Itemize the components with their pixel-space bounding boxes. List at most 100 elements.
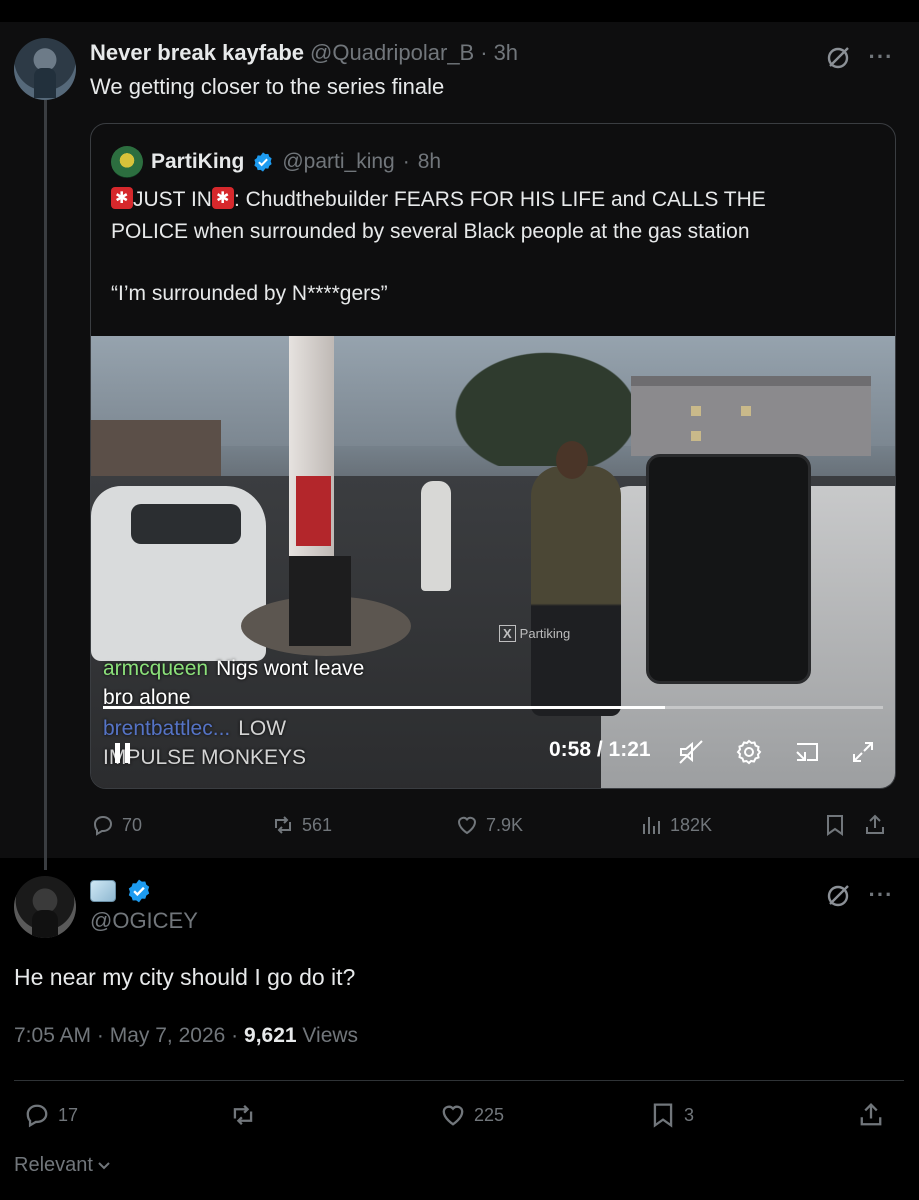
- like-button[interactable]: 7.9K: [454, 812, 523, 838]
- quoted-line-1-rest: : Chudthebuilder FEARS FOR HIS LIFE and …: [233, 188, 766, 211]
- parent-tweet-actions: 70 561 7.9K 182K: [90, 812, 896, 842]
- reply-date[interactable]: May 7, 2026: [110, 1024, 226, 1047]
- picture-in-picture-icon[interactable]: [793, 738, 821, 766]
- like-count: 225: [474, 1104, 505, 1125]
- sort-dropdown[interactable]: Relevant: [14, 1154, 111, 1177]
- quoted-quote-line: “I’m surrounded by N****gers”: [111, 282, 388, 305]
- like-button[interactable]: 225: [438, 1100, 504, 1130]
- reply-icon: [26, 1104, 48, 1128]
- grok-icon[interactable]: [822, 880, 854, 912]
- reply-header: [90, 878, 152, 904]
- video-pump-red: [296, 476, 331, 546]
- chevron-down-icon: [98, 1161, 110, 1169]
- bookmark-count: 3: [684, 1104, 695, 1125]
- quoted-tweet-card[interactable]: PartiKing @parti_king · 8h JUST IN : Chud…: [90, 123, 896, 789]
- reply-count: 17: [58, 1104, 79, 1125]
- repost-icon: [275, 816, 291, 834]
- avatar-ogicey[interactable]: [14, 876, 76, 938]
- video-trash-can: [289, 556, 351, 646]
- like-count: 7.9K: [486, 814, 524, 835]
- expand-icon[interactable]: [849, 738, 877, 766]
- views-button[interactable]: 182K: [638, 812, 712, 838]
- reply-button[interactable]: 17: [22, 1100, 78, 1130]
- video-person-head: [556, 441, 588, 479]
- bookmark-icon: [827, 815, 843, 836]
- parent-display-name[interactable]: Never break kayfabe: [90, 40, 304, 66]
- video-tree: [431, 336, 661, 466]
- partiking-avatar[interactable]: [111, 146, 143, 178]
- siren-emoji-icon: [211, 183, 234, 215]
- verified-badge-icon: [254, 152, 272, 172]
- meta-sep-2: ·: [231, 1024, 239, 1047]
- ice-cube-icon: [90, 880, 116, 902]
- x-logo-icon: X: [499, 625, 516, 642]
- views-count: 182K: [670, 814, 713, 835]
- share-icon: [866, 814, 884, 834]
- reply-tweet-actions: 17 225 3: [14, 1100, 904, 1136]
- more-icon[interactable]: ···: [866, 42, 896, 72]
- reply-handle[interactable]: @OGICEY: [90, 908, 198, 934]
- video-time: 0:58 / 1:21: [549, 738, 651, 761]
- parent-separator: ·: [480, 40, 488, 65]
- bookmark-button[interactable]: 3: [648, 1100, 694, 1130]
- parent-tweet-header: Never break kayfabe @Quadripolar_B · 3h: [90, 40, 518, 68]
- quoted-line-2: POLICE when surrounded by several Black …: [111, 220, 750, 243]
- meta-sep-1: ·: [96, 1024, 104, 1047]
- reply-button[interactable]: 70: [90, 812, 142, 838]
- thread-line: [44, 100, 47, 870]
- repost-button[interactable]: 561: [270, 812, 332, 838]
- video-white-suv: [91, 486, 266, 661]
- just-in-label: JUST IN: [133, 188, 212, 211]
- chat-message-1: armcqueen Nigs wont leave bro alone: [103, 654, 364, 712]
- heart-icon: [442, 1105, 464, 1126]
- parent-timestamp[interactable]: 3h: [494, 40, 518, 66]
- reply-views-label: Views: [302, 1024, 359, 1047]
- quoted-tweet-text: JUST IN : Chudthebuilder FEARS FOR HIS LI…: [111, 183, 871, 248]
- video-person-main: [531, 466, 621, 716]
- repost-icon: [233, 1104, 253, 1126]
- grok-icon[interactable]: [822, 42, 854, 74]
- parent-tweet-text: We getting closer to the series finale: [90, 74, 445, 99]
- video-person-far: [421, 481, 451, 591]
- share-button[interactable]: [856, 1100, 886, 1130]
- share-icon: [860, 1102, 882, 1126]
- quoted-display-name[interactable]: PartiKing: [151, 150, 244, 174]
- reply-tweet-text: He near my city should I go do it?: [14, 964, 356, 990]
- video-player[interactable]: X Partiking armcqueen Nigs wont leave bro …: [91, 336, 895, 788]
- share-button[interactable]: [862, 812, 888, 838]
- chat-text-1a: Nigs wont leave: [216, 657, 365, 680]
- quoted-separator: ·: [402, 150, 410, 173]
- parent-handle[interactable]: @Quadripolar_B: [310, 40, 474, 66]
- reply-time[interactable]: 7:05 AM: [14, 1024, 91, 1047]
- repost-button[interactable]: [228, 1100, 264, 1130]
- watermark-text: Partiking: [519, 626, 571, 641]
- quoted-tweet-header: PartiKing @parti_king · 8h: [111, 146, 441, 178]
- video-progress-bar[interactable]: [103, 706, 883, 709]
- reply-icon: [93, 815, 113, 836]
- gear-icon[interactable]: [735, 738, 763, 766]
- top-strip: [0, 0, 919, 22]
- sort-label: Relevant: [14, 1154, 93, 1176]
- quoted-handle[interactable]: @parti_king: [282, 150, 394, 174]
- divider: [14, 1080, 904, 1081]
- views-chart-icon: [643, 817, 660, 834]
- repost-count: 561: [302, 814, 333, 835]
- video-truck-mirror: [646, 454, 811, 684]
- reply-meta: 7:05 AM · May 7, 2026 · 9,621 Views: [14, 1024, 358, 1048]
- heart-icon: [457, 816, 477, 835]
- pause-icon[interactable]: [113, 742, 133, 764]
- chat-user-1: armcqueen: [103, 657, 209, 680]
- quoted-timestamp[interactable]: 8h: [418, 150, 441, 174]
- more-icon[interactable]: ···: [866, 880, 896, 910]
- muted-speaker-icon[interactable]: [677, 738, 705, 766]
- bookmark-button[interactable]: [822, 812, 848, 838]
- verified-badge-icon: [128, 879, 150, 903]
- siren-emoji-icon: [111, 183, 133, 215]
- avatar-never-break-kayfabe[interactable]: [14, 38, 76, 100]
- video-watermark: X Partiking: [499, 625, 571, 642]
- video-progress-fill: [103, 706, 665, 709]
- video-building: [631, 376, 871, 456]
- quoted-line-1: JUST IN : Chudthebuilder FEARS FOR HIS LI…: [111, 183, 871, 216]
- reply-count: 70: [122, 814, 143, 835]
- bookmark-icon: [653, 1103, 673, 1128]
